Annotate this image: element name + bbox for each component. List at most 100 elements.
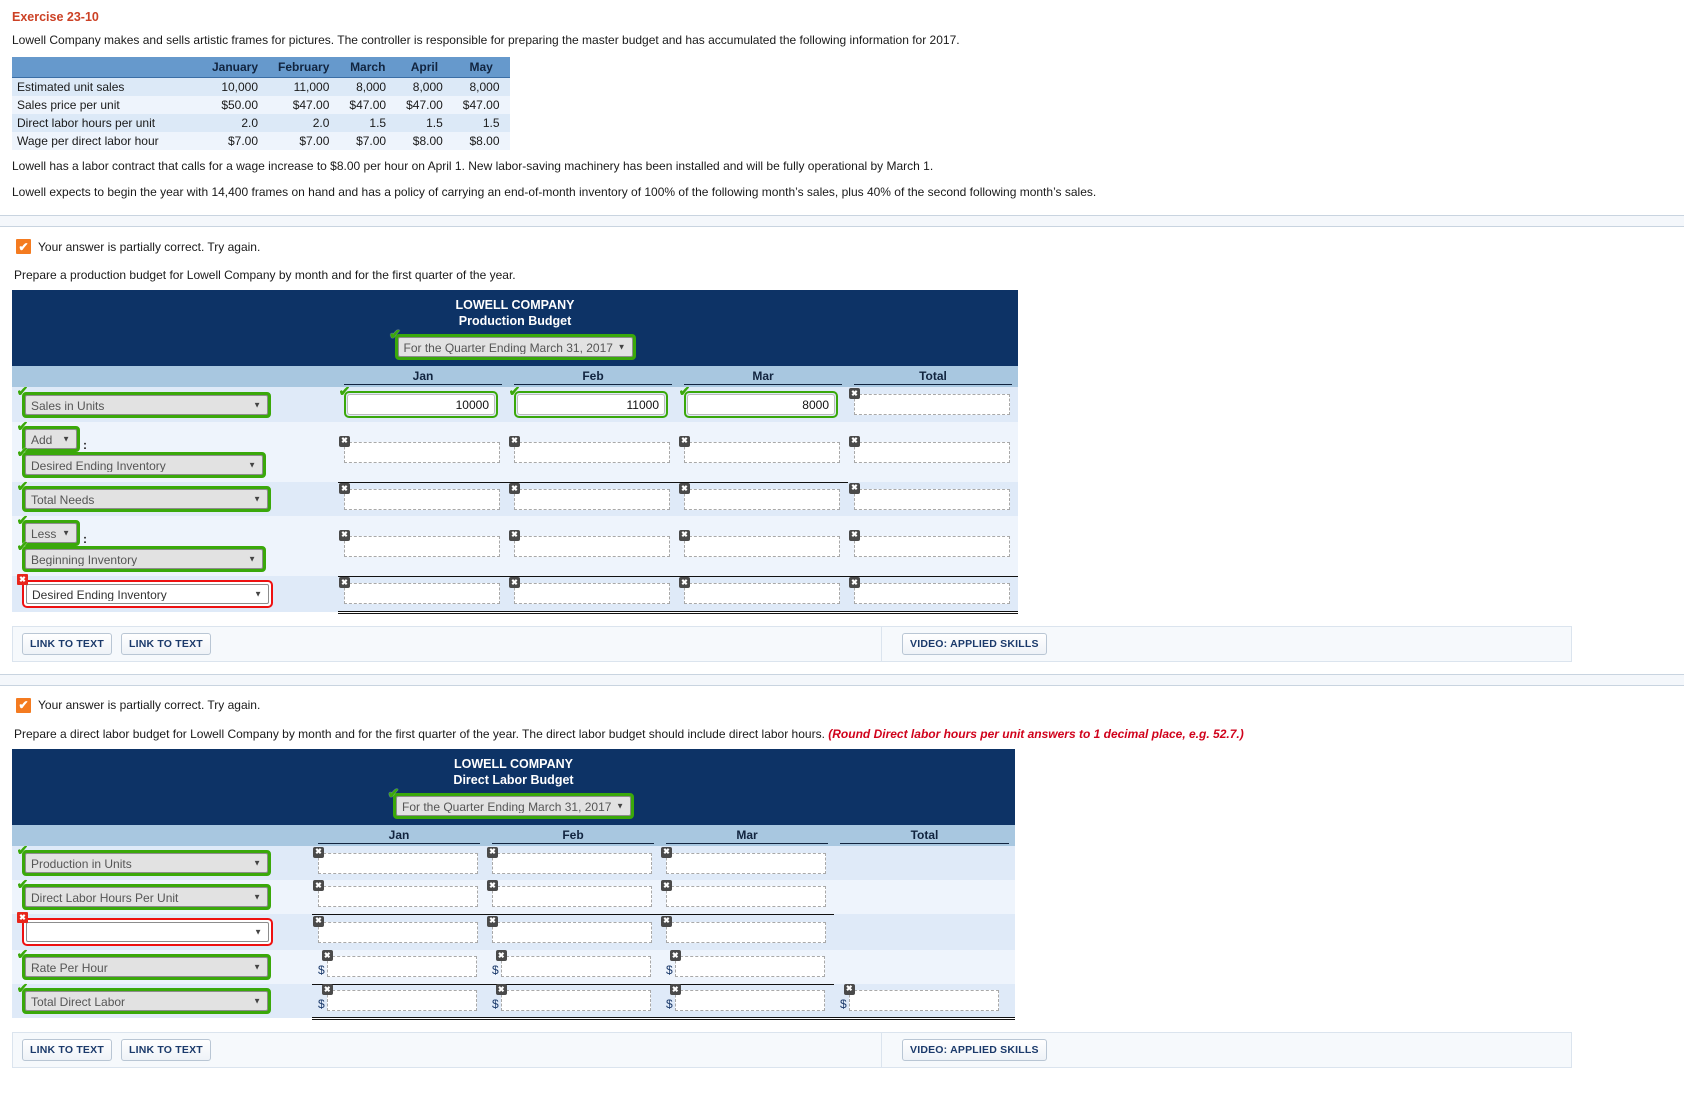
row-label-select-total-needs[interactable]: Total Needs <box>25 489 268 510</box>
amount-input-mar[interactable] <box>674 956 825 978</box>
budget-title-row: LOWELL COMPANY Direct Labor Budget ✔ For… <box>12 748 1015 826</box>
label-inner: Production in Units ▼ <box>25 853 268 874</box>
link-to-text-button-1[interactable]: LINK TO TEXT <box>22 632 112 655</box>
amount-input-total[interactable] <box>854 535 1010 557</box>
row-label-select-desired-ending-inventory-error[interactable]: Desired Ending Inventory <box>26 584 269 605</box>
input-validation: ✖ <box>321 950 477 978</box>
row-label-select-beginning-inventory[interactable]: Beginning Inventory <box>25 549 263 570</box>
amount-input-mar[interactable] <box>666 886 826 908</box>
amount-input-feb[interactable] <box>500 990 651 1012</box>
video-applied-skills-button[interactable]: VIDEO: APPLIED SKILLS <box>902 632 1047 655</box>
row-prefix-select-add[interactable]: Add <box>25 429 77 450</box>
amount-input-jan[interactable] <box>344 441 500 463</box>
input-validation: ✖ <box>679 577 840 605</box>
cross-icon: ✖ <box>339 483 350 495</box>
amount-input-mar[interactable] <box>684 489 840 511</box>
amount-input-jan[interactable] <box>326 990 477 1012</box>
value-cell: ✖ <box>338 422 508 483</box>
amount-input-feb[interactable] <box>517 394 665 416</box>
dollar-sign: $ <box>666 997 673 1012</box>
link-to-text-button-2[interactable]: LINK TO TEXT <box>120 1038 211 1061</box>
amount-input-feb[interactable] <box>514 583 670 605</box>
amount-input-mar[interactable] <box>666 921 826 943</box>
input-validation: ✖ <box>849 577 1010 605</box>
amount-input-jan[interactable] <box>344 535 500 557</box>
label-inner: Desired Ending Inventory ▼ <box>26 584 269 605</box>
value-cell-empty <box>834 846 1015 881</box>
value-cell: $ ✖ <box>486 984 660 1020</box>
check-icon: ✔ <box>16 979 29 996</box>
amount-input-feb[interactable] <box>492 852 652 874</box>
budget-company-name: LOWELL COMPANY <box>455 298 575 313</box>
cross-icon: ✖ <box>661 880 672 892</box>
row-label-select-direct-labor-hours-per-unit[interactable]: Direct Labor Hours Per Unit <box>25 887 268 908</box>
amount-input-total[interactable] <box>854 583 1010 605</box>
input-validation: ✖ <box>339 577 500 605</box>
value-cell: ✖ <box>848 422 1018 483</box>
link-to-text-button-2[interactable]: LINK TO TEXT <box>120 632 211 655</box>
amount-input-total[interactable] <box>854 441 1010 463</box>
input-validation: ✖ <box>679 435 840 463</box>
input-validation: ✖ <box>487 846 652 874</box>
amount-input-feb[interactable] <box>514 441 670 463</box>
part-production-budget: ✔ Your answer is partially correct. Try … <box>0 227 1684 662</box>
input-validation: ✖ <box>495 984 651 1012</box>
amount-input-jan[interactable] <box>318 921 478 943</box>
amount-input-jan[interactable] <box>318 852 478 874</box>
row-label-select-empty[interactable] <box>26 922 269 943</box>
input-validation: ✖ <box>487 880 652 908</box>
table-row: Direct labor hours per unit 2.0 2.0 1.5 … <box>12 114 510 133</box>
row-label-select-production-in-units[interactable]: Production in Units <box>25 853 268 874</box>
value-cell: $ ✖ <box>660 984 834 1020</box>
amount-input-jan[interactable] <box>326 956 477 978</box>
amount-input-feb[interactable] <box>500 956 651 978</box>
feedback-text: Your answer is partially correct. Try ag… <box>38 698 261 713</box>
exercise-note-labor-contract: Lowell has a labor contract that calls f… <box>12 159 934 174</box>
amount-input-feb[interactable] <box>514 489 670 511</box>
cell-value: $50.00 <box>202 96 269 115</box>
cell-value: 1.5 <box>452 114 510 133</box>
amount-input-total[interactable] <box>848 989 999 1011</box>
budget-period-select[interactable]: For the Quarter Ending March 31, 2017 <box>397 337 633 358</box>
amount-input-jan[interactable] <box>318 886 478 908</box>
prompt-part2: Prepare a direct labor budget for Lowell… <box>0 713 1684 741</box>
section-divider <box>0 673 1684 686</box>
check-icon: ✔ <box>389 325 401 342</box>
amount-input-total[interactable] <box>854 488 1010 510</box>
row-prefix-select-less[interactable]: Less <box>25 523 77 544</box>
label-inner: Total Direct Labor ▼ <box>25 991 268 1012</box>
amount-input-total[interactable] <box>854 394 1010 416</box>
amount-input-feb[interactable] <box>514 535 670 557</box>
cross-icon: ✖ <box>487 846 498 858</box>
amount-input-mar[interactable] <box>684 583 840 605</box>
row-label-select-sales-in-units[interactable]: Sales in Units <box>25 394 268 415</box>
amount-input-feb[interactable] <box>492 886 652 908</box>
amount-input-jan[interactable] <box>347 394 495 416</box>
video-applied-skills-button[interactable]: VIDEO: APPLIED SKILLS <box>902 1038 1047 1061</box>
amount-input-jan[interactable] <box>344 583 500 605</box>
action-bar-divider <box>881 1032 882 1067</box>
label-validation-error: ✖ Desired Ending Inventory ▼ <box>17 574 273 609</box>
cell-value: $8.00 <box>396 132 453 151</box>
cross-icon: ✖ <box>679 577 690 589</box>
amount-input-mar[interactable] <box>687 394 835 416</box>
value-cell: ✖ <box>508 576 678 614</box>
amount-input-mar[interactable] <box>674 990 825 1012</box>
value-cell: ✖ <box>486 914 660 951</box>
link-to-text-button-1[interactable]: LINK TO TEXT <box>22 1038 112 1061</box>
row-label-select-total-direct-labor[interactable]: Total Direct Labor <box>25 991 268 1012</box>
cell-value: $8.00 <box>452 132 510 151</box>
amount-input-mar[interactable] <box>684 535 840 557</box>
budget-period-select[interactable]: For the Quarter Ending March 31, 2017 <box>396 796 631 817</box>
row-label-select-desired-ending-inventory[interactable]: Desired Ending Inventory <box>25 455 263 476</box>
row-label-cell: ✔ Sales in Units ▼ <box>12 384 338 423</box>
action-bar-part2: LINK TO TEXT LINK TO TEXT VIDEO: APPLIED… <box>12 1031 1572 1068</box>
row-label-select-rate-per-hour[interactable]: Rate Per Hour <box>25 957 268 978</box>
amount-input-feb[interactable] <box>492 921 652 943</box>
amount-input-jan[interactable] <box>344 489 500 511</box>
amount-input-mar[interactable] <box>684 441 840 463</box>
amount-input-mar[interactable] <box>666 852 826 874</box>
row-label-cell: ✔ Rate Per Hour ▼ <box>12 947 312 985</box>
check-icon: ✔ <box>16 875 29 892</box>
value-cell: ✖ <box>338 516 508 577</box>
